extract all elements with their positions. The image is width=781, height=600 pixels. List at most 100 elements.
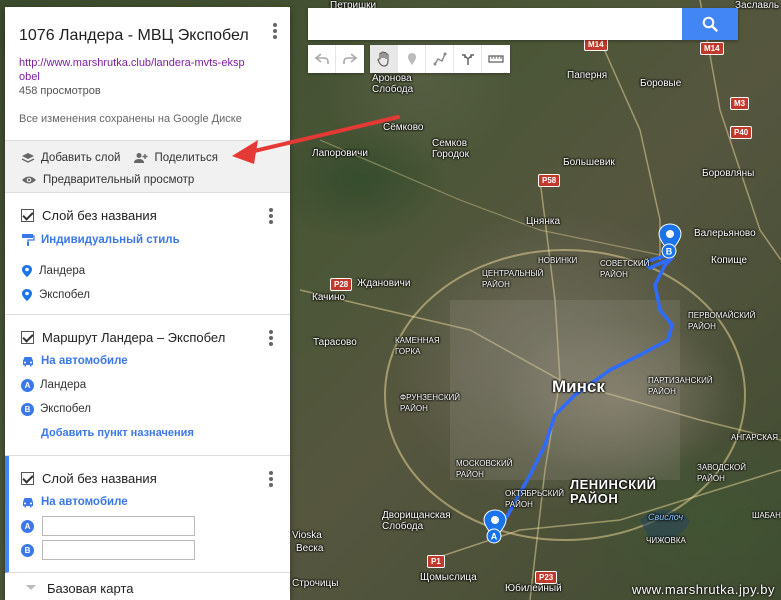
add-person-icon <box>134 153 148 163</box>
place-label: Заславль <box>735 0 780 11</box>
layer-options-menu-icon[interactable] <box>268 208 274 228</box>
city-label: Минск <box>552 377 605 396</box>
draw-line-icon <box>433 52 446 66</box>
layer-1: Слой без названия Индивидуальный стиль Л… <box>5 193 290 315</box>
travel-mode-button[interactable]: На автомобиле <box>21 490 276 514</box>
directions-button[interactable] <box>454 45 482 73</box>
map-title[interactable]: 1076 Ландера - МВЦ Экспобел <box>19 26 276 46</box>
layer-visibility-checkbox[interactable] <box>21 330 34 344</box>
search-input[interactable] <box>308 8 683 40</box>
place-label: Цнянка <box>526 216 561 227</box>
map-pin-icon <box>22 289 32 301</box>
car-icon <box>23 498 33 508</box>
place-label: Боровые <box>640 78 682 89</box>
waypoint-b-badge: B <box>21 543 34 557</box>
directions-icon <box>461 54 474 65</box>
place-label: ШАБАНЫ <box>752 511 781 520</box>
waypoint-a[interactable]: A Ландера <box>21 373 276 397</box>
view-count: 458 просмотров <box>19 85 101 97</box>
place-label: ПЕРВОМАЙСКИЙ РАЙОН <box>688 311 756 331</box>
undo-icon <box>314 53 329 64</box>
draw-line-button[interactable] <box>426 45 454 73</box>
layers-panel: 1076 Ландера - МВЦ Экспобел http://www.m… <box>5 7 290 600</box>
add-layer-button[interactable]: Добавить слой <box>21 152 120 164</box>
map-description-link[interactable]: http://www.marshrutka.club/landera-mvts-… <box>19 56 249 84</box>
feature-item[interactable]: Экспобел <box>21 283 276 307</box>
place-label: ПАРТИЗАНСКИЙ РАЙОН <box>648 376 713 396</box>
waypoint-a-input[interactable] <box>42 516 195 536</box>
layer-options-menu-icon[interactable] <box>268 471 274 491</box>
map-toolbar <box>308 45 510 73</box>
waypoint-a: A <box>21 514 276 538</box>
waypoint-a-badge: A <box>21 378 34 392</box>
place-label: ЧИЖОВКА <box>646 536 686 545</box>
search-icon <box>702 16 718 32</box>
waypoint-b-input[interactable] <box>42 540 195 560</box>
marker-b-pin[interactable]: B <box>655 222 685 260</box>
travel-mode-label: На автомобиле <box>41 355 128 367</box>
layer-title[interactable]: Маршрут Ландера – Экспобел <box>42 330 225 345</box>
preview-button[interactable]: Предварительный просмотр <box>21 174 194 186</box>
waypoint-label: Ландера <box>40 379 87 391</box>
layer-title[interactable]: Слой без названия <box>42 208 157 223</box>
marker-b-label: B <box>666 247 673 257</box>
base-map-toggle[interactable]: Базовая карта <box>5 573 290 600</box>
place-label: АНГАРСКАЯ <box>731 433 779 442</box>
place-label: Сёмково <box>383 122 424 133</box>
layers-icon <box>21 153 35 163</box>
layer-options-menu-icon[interactable] <box>268 330 274 350</box>
road-shield: P1 <box>427 555 445 568</box>
place-label: Строчицы <box>292 578 339 589</box>
place-label: Лапоровичи <box>312 148 368 159</box>
layer-title[interactable]: Слой без названия <box>42 471 157 486</box>
place-label: Боровляны <box>702 168 755 179</box>
eye-icon <box>22 176 36 184</box>
place-label: ЗАВОДСКОЙ РАЙОН <box>697 463 747 483</box>
layer-visibility-checkbox[interactable] <box>21 471 34 485</box>
place-label: Дворищанская Слобода <box>382 510 451 532</box>
place-label: Копище <box>711 255 748 266</box>
place-label: ЛЕНИНСКИЙ РАЙОН <box>570 477 657 506</box>
feature-item[interactable]: Ландера <box>21 259 276 283</box>
place-label: ОКТЯБРЬСКИЙ РАЙОН <box>505 489 564 509</box>
individual-style-label: Индивидуальный стиль <box>41 234 180 246</box>
place-label: Щомыслица <box>420 572 477 583</box>
marker-a-pin[interactable]: A <box>480 508 510 546</box>
add-destination-link[interactable]: Добавить пункт назначения <box>21 421 276 445</box>
undo-button[interactable] <box>308 45 336 73</box>
river-label: Свислоч <box>648 512 684 522</box>
travel-mode-label: На автомобиле <box>41 496 128 508</box>
waypoint-b-badge: B <box>21 402 34 416</box>
place-label: Паперня <box>567 70 608 81</box>
hand-icon <box>376 51 389 67</box>
place-label: Аронова Слобода <box>372 73 414 95</box>
place-label: КАМЕННАЯ ГОРКА <box>395 336 440 356</box>
map-options-menu-icon[interactable] <box>272 23 278 43</box>
save-status: Все изменения сохранены на Google Диске <box>19 113 242 125</box>
history-group <box>308 45 364 73</box>
waypoint-b: B <box>21 538 276 562</box>
feature-label: Экспобел <box>39 289 90 301</box>
car-icon <box>23 357 33 367</box>
preview-label: Предварительный просмотр <box>43 174 195 186</box>
place-label: Vioska <box>292 530 322 541</box>
layer-visibility-checkbox[interactable] <box>21 208 34 222</box>
road-shield: P23 <box>535 571 558 584</box>
measure-button[interactable] <box>482 45 510 73</box>
add-marker-button[interactable] <box>398 45 426 73</box>
search-button[interactable] <box>682 8 738 40</box>
chevron-down-icon <box>26 585 36 590</box>
travel-mode-button[interactable]: На автомобиле <box>21 349 276 373</box>
road-shield: M14 <box>700 42 724 55</box>
map-pin-icon <box>22 265 32 277</box>
share-button[interactable]: Поделиться <box>132 152 218 164</box>
pan-tool-button[interactable] <box>370 45 398 73</box>
base-map-label: Базовая карта <box>47 580 134 596</box>
place-label: ФРУНЗЕНСКИЙ РАЙОН <box>400 393 460 413</box>
individual-style-button[interactable]: Индивидуальный стиль <box>21 228 276 252</box>
redo-button[interactable] <box>336 45 364 73</box>
place-label: Большевик <box>563 157 615 168</box>
waypoint-b[interactable]: B Экспобел <box>21 397 276 421</box>
place-label: СОВЕТСКИЙ РАЙОН <box>600 259 650 279</box>
marker-a-label: A <box>491 532 498 542</box>
